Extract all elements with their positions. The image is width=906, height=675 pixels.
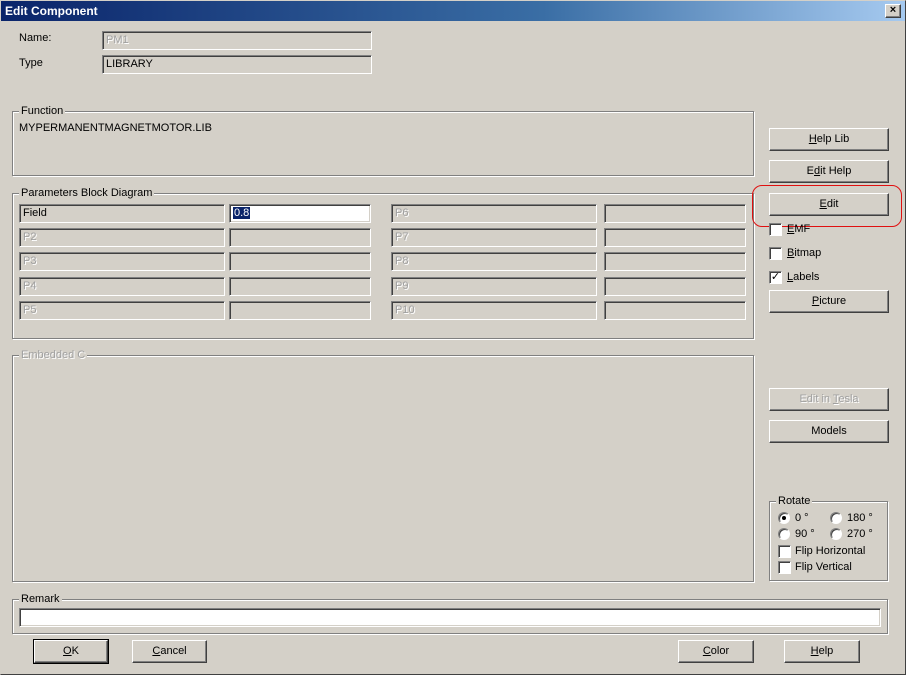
param-name-p5: P5 — [19, 301, 225, 320]
param-value-selected-text: 0.8 — [233, 207, 251, 219]
help-accel: H — [810, 645, 819, 657]
radio-selected-dot — [782, 516, 786, 520]
flip-horizontal-label: Flip Horizontal — [795, 545, 866, 557]
param-value-p6 — [604, 204, 746, 223]
edit-in-tesla-prefix: Edit in — [799, 393, 833, 405]
color-accel: C — [702, 645, 711, 657]
param-value-p4 — [229, 277, 371, 296]
rotate-group-title: Rotate — [776, 494, 813, 508]
picture-button[interactable]: Picture — [769, 290, 889, 313]
param-name-p6: P6 — [391, 204, 597, 223]
edit-help-rest: it Help — [820, 165, 852, 177]
embedded-c-group-title: Embedded C — [19, 348, 88, 362]
param-value-field[interactable]: 0.8 — [229, 204, 371, 223]
param-value-p5 — [229, 301, 371, 320]
param-name-field: Field — [19, 204, 225, 223]
name-field: PM1 — [102, 31, 372, 50]
edit-in-tesla-rest: esla — [838, 393, 859, 405]
param-name-p4: P4 — [19, 277, 225, 296]
bitmap-checkbox[interactable] — [769, 247, 782, 260]
param-name-p8: P8 — [391, 252, 597, 271]
param-value-p8 — [604, 252, 746, 271]
rotate-270-label: 270 ° — [847, 528, 873, 540]
cancel-rest: ancel — [160, 645, 187, 657]
param-value-p3 — [229, 252, 371, 271]
bitmap-rest: itmap — [794, 247, 822, 259]
rotate-180-label: 180 ° — [847, 512, 873, 524]
emf-label: EMF — [787, 223, 810, 235]
flip-vertical-checkbox[interactable] — [778, 561, 791, 574]
param-name-p3: P3 — [19, 252, 225, 271]
remark-group-title: Remark — [19, 592, 62, 606]
param-name-p10: P10 — [391, 301, 597, 320]
title-bar[interactable]: Edit Component — [1, 1, 905, 21]
cancel-button[interactable]: Cancel — [132, 640, 207, 663]
param-name-p9: P9 — [391, 277, 597, 296]
function-group: Function MYPERMANENTMAGNETMOTOR.LIB — [12, 104, 754, 176]
function-group-title: Function — [19, 104, 66, 118]
embedded-c-group: Embedded C — [12, 348, 754, 582]
checkmark-icon: ✓ — [770, 271, 781, 283]
function-value: MYPERMANENTMAGNETMOTOR.LIB — [19, 122, 212, 134]
help-rest: elp — [818, 645, 834, 657]
param-name-p2: P2 — [19, 228, 225, 247]
edit-help-button[interactable]: Edit Help — [769, 160, 889, 183]
edit-rest: dit — [826, 198, 839, 210]
help-button[interactable]: Help — [784, 640, 860, 663]
remark-input[interactable] — [19, 608, 881, 627]
param-value-p10 — [604, 301, 746, 320]
rotate-0-label: 0 ° — [795, 512, 809, 524]
param-value-p2 — [229, 228, 371, 247]
name-label: Name: — [19, 32, 52, 44]
models-button[interactable]: Models — [769, 420, 889, 443]
rotate-90-radio[interactable] — [778, 528, 790, 540]
emf-checkbox[interactable] — [769, 223, 782, 236]
edit-button[interactable]: Edit — [769, 193, 889, 216]
rotate-90-label: 90 ° — [795, 528, 815, 540]
edit-component-dialog: Edit Component × Name: PM1 Type LIBRARY … — [0, 0, 906, 675]
edit-in-tesla-button[interactable]: Edit in Tesla — [769, 388, 889, 411]
ok-accel: O — [63, 645, 72, 657]
help-lib-button[interactable]: Help Lib — [769, 128, 889, 151]
type-field: LIBRARY — [102, 55, 372, 74]
help-lib-rest: elp Lib — [816, 133, 850, 145]
edit-help-prefix: E — [806, 165, 815, 177]
color-button[interactable]: Color — [678, 640, 754, 663]
param-name-p7: P7 — [391, 228, 597, 247]
param-value-p9 — [604, 277, 746, 296]
flip-horizontal-checkbox[interactable] — [778, 545, 791, 558]
emf-rest: MF — [794, 223, 811, 235]
close-button[interactable]: × — [885, 4, 901, 18]
close-icon: × — [889, 4, 897, 16]
flip-vertical-label: Flip Vertical — [795, 561, 852, 573]
rotate-270-radio[interactable] — [830, 528, 842, 540]
labels-checkbox[interactable]: ✓ — [769, 271, 782, 284]
rotate-180-radio[interactable] — [830, 512, 842, 524]
param-value-p7 — [604, 228, 746, 247]
labels-rest: abels — [793, 271, 820, 283]
type-label: Type — [19, 57, 43, 69]
color-rest: olor — [710, 645, 730, 657]
parameters-group-title: Parameters Block Diagram — [19, 186, 155, 200]
ok-rest: K — [71, 645, 79, 657]
bitmap-label: Bitmap — [787, 247, 821, 259]
picture-rest: icture — [819, 295, 847, 307]
help-lib-accel: H — [808, 133, 817, 145]
edit-accel: E — [819, 198, 827, 210]
window-title: Edit Component — [5, 4, 98, 18]
rotate-0-radio[interactable] — [778, 512, 790, 524]
labels-label: Labels — [787, 271, 819, 283]
ok-button[interactable]: OK — [33, 639, 109, 664]
